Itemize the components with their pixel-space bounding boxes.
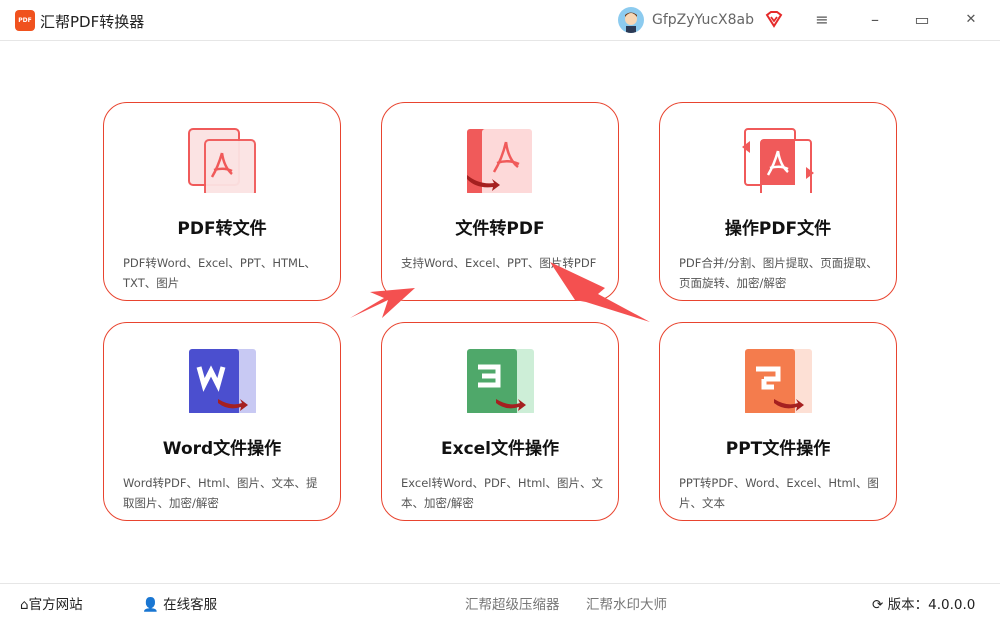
version-info[interactable]: ⟳ 版本：4.0.0.0 xyxy=(872,593,975,613)
arrow-right xyxy=(550,262,650,322)
arrow-left xyxy=(350,288,415,318)
support-link[interactable]: 👤 在线客服 xyxy=(142,593,217,613)
compressor-link[interactable]: 汇帮超级压缩器 xyxy=(465,593,560,613)
website-link[interactable]: ⌂官方网站 xyxy=(20,593,83,613)
refresh-icon: ⟳ xyxy=(872,597,884,613)
support-icon: 👤 xyxy=(142,597,159,613)
footer: ⌂官方网站 👤 在线客服 汇帮超级压缩器 汇帮水印大师 ⟳ 版本：4.0.0.0 xyxy=(0,583,1000,617)
watermark-link[interactable]: 汇帮水印大师 xyxy=(586,593,667,613)
home-icon: ⌂ xyxy=(20,597,29,613)
annotation-arrows xyxy=(350,262,650,322)
